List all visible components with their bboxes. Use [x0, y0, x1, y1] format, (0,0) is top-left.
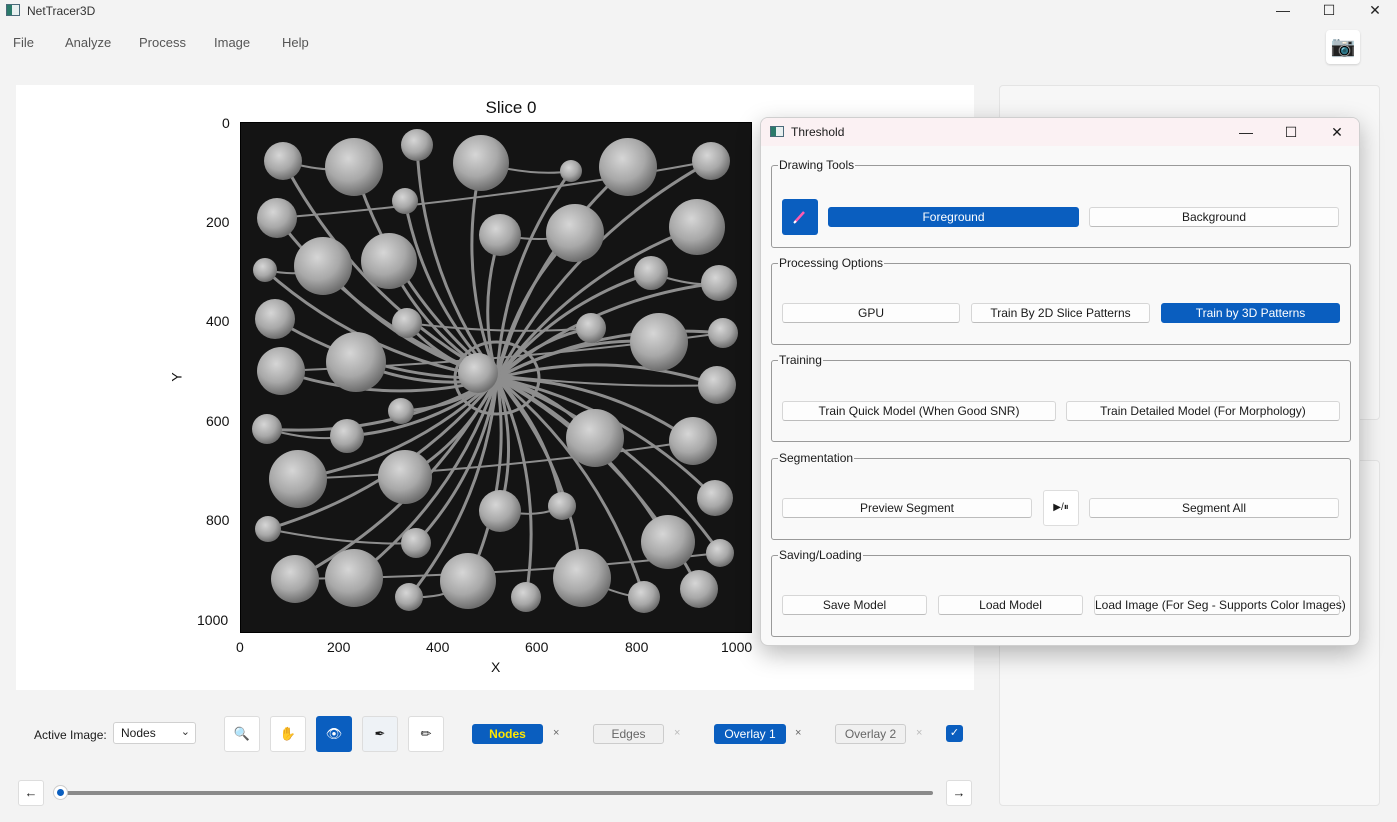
train-detailed-button[interactable]: Train Detailed Model (For Morphology)	[1066, 401, 1340, 421]
slice-slider-row: ← →	[0, 778, 990, 808]
x-tick: 200	[327, 639, 351, 655]
dialog-minimize-button[interactable]: —	[1226, 121, 1266, 143]
zoom-icon[interactable]: 🔍	[224, 716, 260, 752]
menu-file[interactable]: File	[13, 35, 34, 50]
y-tick: 600	[206, 413, 230, 429]
group-label: Segmentation	[779, 451, 854, 465]
load-image-button[interactable]: Load Image (For Seg - Supports Color Ima…	[1094, 595, 1346, 615]
x-tick: 0	[236, 639, 244, 655]
dialog-maximize-button[interactable]: ☐	[1271, 121, 1311, 143]
camera-icon[interactable]: 📷	[1326, 30, 1360, 64]
group-label: Drawing Tools	[779, 158, 855, 172]
prev-slice-button[interactable]: ←	[18, 780, 44, 806]
next-slice-button[interactable]: →	[946, 780, 972, 806]
close-icon[interactable]: ×	[674, 727, 680, 739]
pencil-icon	[793, 211, 805, 224]
plot-title: Slice 0	[485, 98, 537, 117]
menu-process[interactable]: Process	[139, 35, 186, 50]
y-tick: 800	[206, 512, 230, 528]
slice-slider-thumb[interactable]	[54, 786, 67, 799]
y-tick: 0	[222, 115, 230, 131]
load-model-button[interactable]: Load Model	[938, 595, 1083, 615]
foreground-button[interactable]: Foreground	[828, 207, 1079, 227]
pencil-icon[interactable]: ✏	[408, 716, 444, 752]
app-icon	[6, 4, 20, 16]
app-title: NetTracer3D	[27, 4, 96, 18]
menu-help[interactable]: Help	[282, 35, 309, 50]
minimize-button[interactable]: —	[1260, 0, 1306, 22]
save-model-button[interactable]: Save Model	[782, 595, 927, 615]
pan-icon[interactable]: ✋	[270, 716, 306, 752]
channel-nodes-button[interactable]: Nodes	[472, 724, 543, 744]
maximize-button[interactable]: ☐	[1306, 0, 1352, 22]
training-group: Training Train Quick Model (When Good SN…	[771, 353, 1351, 442]
segment-all-button[interactable]: Segment All	[1089, 498, 1339, 518]
active-image-value: Nodes	[121, 726, 156, 740]
train-2d-button[interactable]: Train By 2D Slice Patterns	[971, 303, 1150, 323]
brush-icon[interactable]	[782, 199, 818, 235]
group-label: Saving/Loading	[779, 548, 862, 562]
channel-overlay2-button[interactable]: Overlay 2	[835, 724, 906, 744]
menu-image[interactable]: Image	[214, 35, 250, 50]
chevron-down-icon: ⌄	[180, 726, 190, 738]
drawing-tools-group: Drawing Tools Foreground Background	[771, 158, 1351, 248]
preview-segment-button[interactable]: Preview Segment	[782, 498, 1032, 518]
dialog-close-button[interactable]: ✕	[1317, 121, 1357, 143]
slice-slider-track[interactable]	[60, 791, 933, 795]
group-label: Processing Options	[779, 256, 884, 270]
y-tick: 400	[206, 313, 230, 329]
app-icon	[770, 126, 784, 137]
close-icon[interactable]: ×	[916, 727, 922, 739]
checkbox[interactable]: ✓	[946, 725, 963, 742]
group-label: Training	[779, 353, 822, 367]
close-button[interactable]: ✕	[1352, 0, 1397, 22]
eye-icon[interactable]: 👁	[316, 716, 352, 752]
y-axis-label: Y	[168, 372, 185, 382]
close-icon[interactable]: ×	[795, 727, 801, 739]
segmentation-group: Segmentation Preview Segment ▶/⏸ Segment…	[771, 451, 1351, 540]
close-icon[interactable]: ×	[553, 727, 559, 739]
menu-analyze[interactable]: Analyze	[65, 35, 111, 50]
image-toolbar: Active Image: Nodes ⌄ 🔍 ✋ 👁 ✒ ✏ Nodes × …	[0, 710, 990, 760]
x-tick: 1000	[721, 639, 753, 655]
microscopy-image[interactable]	[240, 122, 752, 633]
channel-overlay1-button[interactable]: Overlay 1	[714, 724, 786, 744]
title-bar: NetTracer3D — ☐ ✕	[0, 0, 1397, 22]
active-image-select[interactable]: Nodes ⌄	[113, 722, 196, 744]
y-tick: 200	[206, 214, 230, 230]
train-quick-button[interactable]: Train Quick Model (When Good SNR)	[782, 401, 1056, 421]
background-button[interactable]: Background	[1089, 207, 1339, 227]
x-tick: 800	[625, 639, 649, 655]
x-axis-label: X	[491, 659, 501, 675]
dialog-title-bar[interactable]: Threshold — ☐ ✕	[761, 118, 1359, 146]
processing-options-group: Processing Options GPU Train By 2D Slice…	[771, 256, 1351, 345]
saving-loading-group: Saving/Loading Save Model Load Model Loa…	[771, 548, 1351, 637]
active-image-label: Active Image:	[34, 728, 107, 742]
channel-edges-button[interactable]: Edges	[593, 724, 664, 744]
pen-icon[interactable]: ✒	[362, 716, 398, 752]
x-tick: 400	[426, 639, 450, 655]
dialog-title: Threshold	[791, 125, 845, 139]
play-pause-icon[interactable]: ▶/⏸	[1043, 490, 1079, 526]
threshold-dialog: Threshold — ☐ ✕ Drawing Tools Foreground…	[760, 117, 1360, 646]
x-tick: 600	[525, 639, 549, 655]
gpu-button[interactable]: GPU	[782, 303, 960, 323]
train-3d-button[interactable]: Train by 3D Patterns	[1161, 303, 1340, 323]
y-tick: 1000	[197, 612, 229, 628]
network-image	[241, 123, 751, 632]
